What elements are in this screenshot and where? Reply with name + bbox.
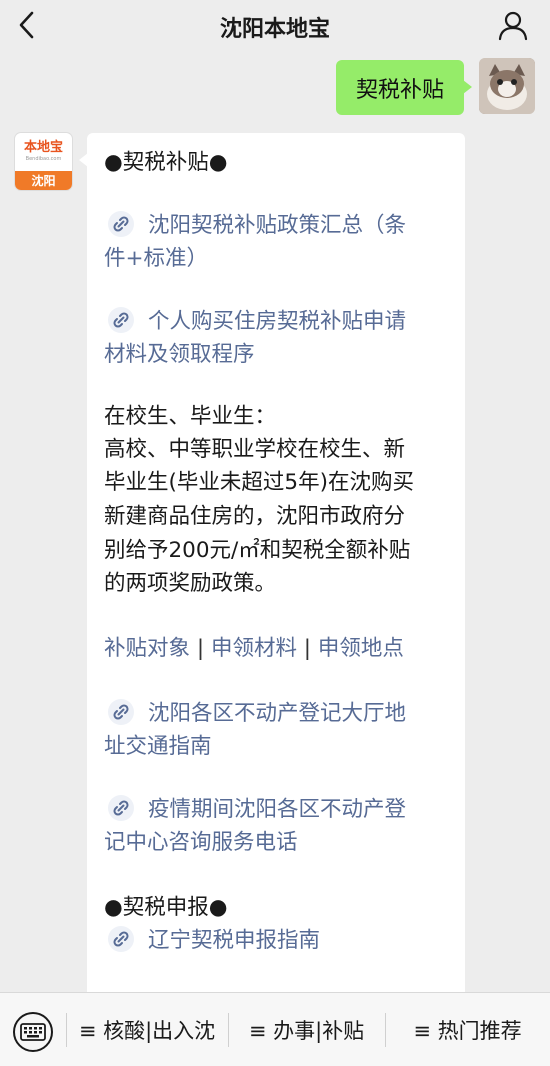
top-nav-bar: 沈阳本地宝 [0,0,550,50]
link-materials[interactable]: 申领材料 [211,636,297,661]
link-registration-hall-cont[interactable]: 址交通指南 [104,730,212,763]
link-consultation-phone-text[interactable]: 疫情期间沈阳各区不动产登 [148,797,406,822]
keyboard-icon [20,1023,46,1041]
link-icon [108,795,134,821]
link-locations[interactable]: 申领地点 [318,636,404,661]
avatar-logo: 本地宝 Bendibao.com [15,133,72,171]
link-subsidy-policy-cont[interactable]: 件+标准） [104,242,208,275]
link-icon [108,211,134,237]
menu-services-subsidy[interactable]: ≡ 办事|补贴 [228,993,385,1066]
quick-links-row: 补贴对象 | 申领材料 | 申领地点 [104,632,404,665]
paragraph-line: 高校、中等职业学校在校生、新 [104,437,406,462]
link-subsidy-target[interactable]: 补贴对象 [104,636,190,661]
separator: | [296,636,318,661]
paragraph-line: 新建商品住房的，沈阳市政府分 [104,504,406,529]
link-subsidy-policy[interactable]: 沈阳契税补贴政策汇总（条 [104,209,406,242]
section-title-tax-filing: ●契税申报● [104,895,228,920]
cat-avatar-image [479,58,535,114]
sent-message-text: 契税补贴 [355,77,444,103]
official-account-avatar[interactable]: 本地宝 Bendibao.com 沈阳 [15,133,72,190]
avatar-city: 沈阳 [15,171,72,190]
paragraph-line: 毕业生(毕业未超过5年)在沈购买 [104,470,414,495]
link-icon [108,699,134,725]
separator: | [190,636,211,661]
link-registration-hall[interactable]: 沈阳各区不动产登记大厅地 [104,697,406,730]
menu-hot-recommend[interactable]: ≡ 热门推荐 [385,993,550,1066]
link-registration-hall-text[interactable]: 沈阳各区不动产登记大厅地 [148,701,406,726]
paragraph-line: 别给予200元/㎡和契税全额补贴 [104,538,411,563]
link-tax-filing-guide[interactable]: 辽宁契税申报指南 [104,924,320,957]
link-consultation-phone-cont[interactable]: 记中心咨询服务电话 [104,826,298,859]
link-tax-filing-guide-text[interactable]: 辽宁契税申报指南 [148,928,320,953]
page-title: 沈阳本地宝 [219,17,330,42]
avatar-domain: Bendibao.com [25,156,62,162]
keyboard-toggle-button[interactable] [13,1012,53,1052]
paragraph-line: 的两项奖励政策。 [104,571,277,596]
bottom-menu-bar: ≡ 核酸|出入沈 ≡ 办事|补贴 ≡ 热门推荐 [0,992,550,1066]
sent-message-bubble[interactable]: 契税补贴 [336,60,472,115]
menu-nucleic-acid-travel[interactable]: ≡ 核酸|出入沈 [66,993,228,1066]
my-avatar[interactable] [479,58,535,114]
link-icon [108,307,134,333]
link-consultation-phone[interactable]: 疫情期间沈阳各区不动产登 [104,793,406,826]
link-application-materials[interactable]: 个人购买住房契税补贴申请 [104,305,406,338]
link-subsidy-policy-text[interactable]: 沈阳契税补贴政策汇总（条 [148,213,406,238]
link-icon [108,926,134,952]
link-application-materials-cont[interactable]: 材料及领取程序 [104,338,255,371]
paragraph-heading: 在校生、毕业生： [104,404,277,429]
account-button[interactable] [494,6,532,44]
avatar-brand: 本地宝 [23,140,63,155]
section-title-deed-tax-subsidy: ●契税补贴● [104,150,228,175]
user-icon [498,11,528,41]
link-application-materials-text[interactable]: 个人购买住房契税补贴申请 [148,309,406,334]
